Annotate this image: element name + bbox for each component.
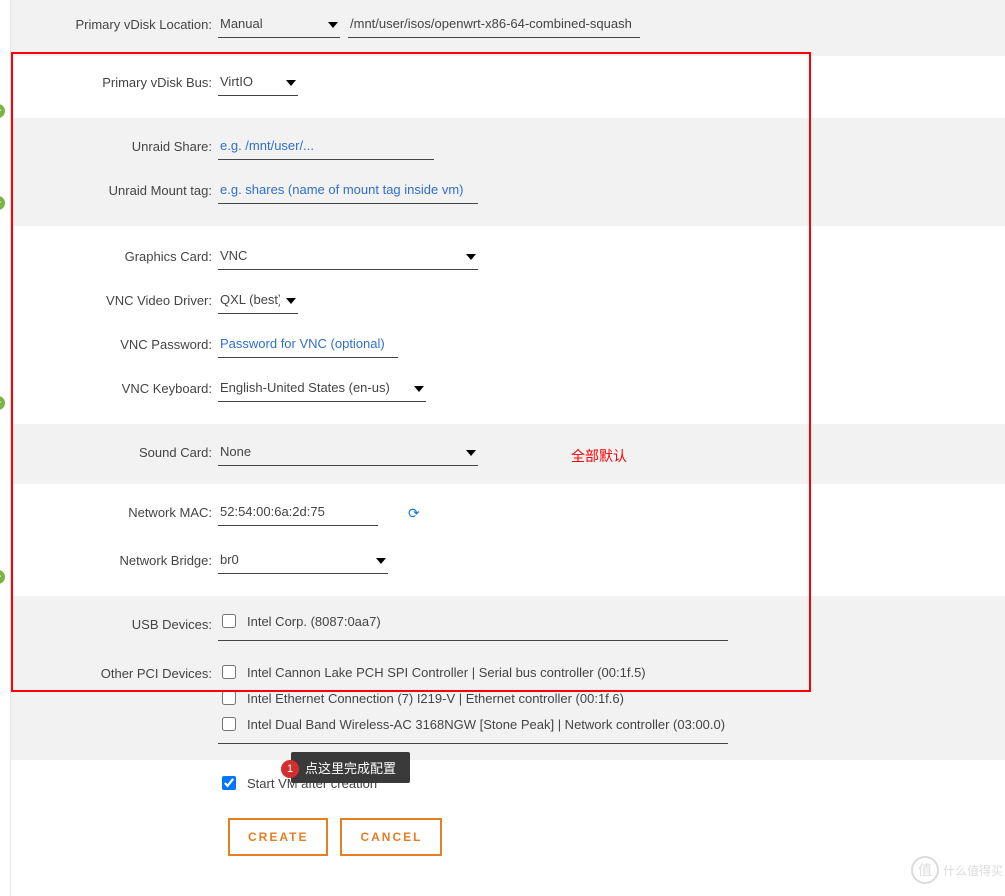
- network-bridge-label: Network Bridge:: [11, 548, 218, 574]
- sound-card-label: Sound Card:: [11, 440, 218, 466]
- network-mac-label: Network MAC:: [11, 500, 218, 526]
- create-button[interactable]: CREATE: [228, 818, 328, 856]
- vdisk-location-select[interactable]: Manual: [218, 12, 340, 38]
- add-graphics-button[interactable]: +: [0, 396, 5, 410]
- usb-device-row: Intel Corp. (8087:0aa7): [218, 608, 728, 634]
- unraid-share-input[interactable]: [218, 134, 434, 160]
- vnc-password-input[interactable]: [218, 332, 398, 358]
- vdisk-bus-label: Primary vDisk Bus:: [11, 70, 218, 96]
- watermark: 值 什么值得买: [911, 856, 1003, 884]
- usb-devices-label: USB Devices:: [11, 608, 218, 638]
- pci-device-row: Intel Cannon Lake PCH SPI Controller | S…: [218, 659, 728, 685]
- sound-card-select[interactable]: None: [218, 440, 478, 466]
- vnc-keyboard-label: VNC Keyboard:: [11, 376, 218, 402]
- unraid-share-label: Unraid Share:: [11, 134, 218, 160]
- add-share-button[interactable]: +: [0, 196, 5, 210]
- vnc-keyboard-select[interactable]: English-United States (en-us): [218, 376, 426, 402]
- pci-device-text: Intel Ethernet Connection (7) I219-V | E…: [247, 691, 624, 706]
- watermark-icon: 值: [911, 856, 939, 884]
- tooltip-bubble: 点这里完成配置: [291, 752, 410, 783]
- pci-devices-label: Other PCI Devices:: [11, 657, 218, 687]
- pci-device-checkbox[interactable]: [222, 717, 236, 731]
- network-mac-input[interactable]: [218, 500, 378, 526]
- pci-device-checkbox[interactable]: [222, 691, 236, 705]
- pci-device-checkbox[interactable]: [222, 665, 236, 679]
- start-vm-checkbox[interactable]: [222, 776, 236, 790]
- vnc-password-label: VNC Password:: [11, 332, 218, 358]
- unraid-mount-label: Unraid Mount tag:: [11, 178, 218, 204]
- vdisk-bus-select[interactable]: VirtIO: [218, 70, 298, 96]
- pci-device-row: Intel Ethernet Connection (7) I219-V | E…: [218, 685, 728, 711]
- vdisk-path-input[interactable]: [348, 12, 640, 38]
- vnc-driver-label: VNC Video Driver:: [11, 288, 218, 314]
- add-network-button[interactable]: +: [0, 570, 5, 584]
- pci-device-row: Intel Dual Band Wireless-AC 3168NGW [Sto…: [218, 711, 728, 737]
- vdisk-location-label: Primary vDisk Location:: [11, 12, 218, 38]
- graphics-card-label: Graphics Card:: [11, 244, 218, 270]
- usb-device-checkbox[interactable]: [222, 614, 236, 628]
- usb-device-text: Intel Corp. (8087:0aa7): [247, 614, 381, 629]
- add-vdisk-button[interactable]: +: [0, 104, 5, 118]
- watermark-text: 什么值得买: [943, 862, 1003, 879]
- pci-device-text: Intel Dual Band Wireless-AC 3168NGW [Sto…: [247, 717, 725, 732]
- tooltip-number: 1: [281, 760, 299, 778]
- graphics-card-select[interactable]: VNC: [218, 244, 478, 270]
- refresh-mac-icon[interactable]: ⟳: [408, 505, 420, 522]
- network-bridge-select[interactable]: br0: [218, 548, 388, 574]
- unraid-mount-input[interactable]: [218, 178, 478, 204]
- vnc-driver-select[interactable]: QXL (best): [218, 288, 298, 314]
- pci-device-text: Intel Cannon Lake PCH SPI Controller | S…: [247, 665, 646, 680]
- cancel-button[interactable]: CANCEL: [340, 818, 442, 856]
